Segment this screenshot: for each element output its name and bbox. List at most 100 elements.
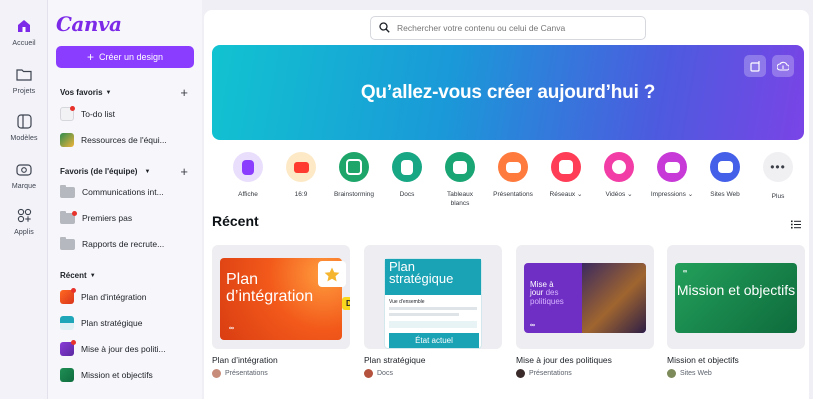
preview-button: État actuel: [389, 333, 479, 348]
card-meta: Sites Web: [667, 369, 805, 378]
team-label: Rapports de recrute...: [82, 239, 165, 249]
team-favorites-heading[interactable]: Favoris (de l'équipe) ▼: [60, 167, 150, 176]
category-reseaux[interactable]: Réseaux ⌄: [540, 152, 592, 199]
category-label: Vidéos ⌄: [605, 191, 633, 198]
category-label: Plus: [771, 193, 785, 200]
category-affiche[interactable]: Affiche: [222, 152, 274, 199]
card-type: Présentations: [225, 370, 268, 377]
category-tableaux-blancs[interactable]: Tableaux blancs: [434, 152, 486, 208]
design-thumbnail[interactable]: ∞ Mission et objectifs: [667, 245, 805, 349]
photo-image: [582, 263, 646, 333]
card-title[interactable]: Plan stratégique: [364, 355, 502, 365]
rail-item-marque[interactable]: Marque: [0, 159, 48, 190]
preview-title: Plan stratégique: [389, 259, 454, 287]
recent-item[interactable]: Plan stratégique: [60, 313, 194, 333]
category-label: Brainstorming: [333, 191, 375, 198]
rail-item-projets[interactable]: Projets: [0, 64, 48, 95]
category-videos[interactable]: Vidéos ⌄: [593, 152, 645, 199]
card-title[interactable]: Mission et objectifs: [667, 355, 805, 365]
card-type: Sites Web: [680, 370, 712, 377]
home-icon: [14, 16, 34, 36]
canva-mark-icon: ∞: [530, 321, 535, 329]
team-item[interactable]: Communications int...: [60, 182, 194, 202]
doc-thumbnail-icon: [60, 316, 74, 330]
resource-thumbnail-icon: [60, 133, 74, 147]
folder-icon: [60, 210, 77, 224]
avatar: [364, 369, 373, 378]
presentation-thumbnail-icon: [60, 340, 76, 356]
category-docs[interactable]: Docs: [381, 152, 433, 199]
collaborator-badge: David: [342, 297, 350, 310]
category-label: Affiche: [238, 191, 258, 198]
recent-item[interactable]: Plan d'intégration: [60, 287, 194, 307]
caret-down-icon: ▼: [105, 89, 112, 96]
presentation-icon: [498, 152, 528, 182]
favorites-heading[interactable]: Vos favoris ▼: [60, 88, 112, 97]
team-label: Premiers pas: [82, 213, 133, 223]
custom-size-icon[interactable]: [744, 55, 766, 77]
create-design-button[interactable]: + Créer un design: [56, 46, 194, 68]
video-icon: [604, 152, 634, 182]
rail-item-applis[interactable]: Applis: [0, 205, 48, 236]
recent-design-card[interactable]: ∞ Mission et objectifs Mission et object…: [667, 245, 805, 378]
hero-title: Qu’allez-vous créer aujourd’hui ?: [360, 81, 656, 103]
preview-line: [389, 307, 477, 310]
rail-label: Accueil: [12, 40, 36, 47]
add-team-favorite-icon[interactable]: +: [180, 165, 188, 178]
card-title[interactable]: Mise à jour des politiques: [516, 355, 654, 365]
website-icon: [710, 152, 740, 182]
recent-heading[interactable]: Récent ▼: [60, 271, 96, 280]
list-view-icon[interactable]: [791, 216, 801, 234]
team-item[interactable]: Rapports de recrute...: [60, 234, 194, 254]
design-thumbnail[interactable]: Plan d’intégration ∞ David: [212, 245, 350, 349]
favorite-item[interactable]: To-do list: [60, 104, 194, 124]
rail-item-accueil[interactable]: Accueil: [0, 16, 48, 47]
recent-design-card[interactable]: Plan d’intégration ∞ David Plan d’intégr…: [212, 245, 350, 378]
star-icon[interactable]: [318, 261, 346, 287]
search-bar[interactable]: [370, 16, 646, 40]
website-preview: ∞ Mission et objectifs: [675, 263, 797, 333]
presentation-preview: Mise à jour des politiques ∞: [524, 263, 646, 333]
recent-item[interactable]: Mise à jour des politi...: [60, 339, 194, 359]
search-icon: [379, 21, 390, 35]
canva-mark-icon: ∞: [229, 324, 234, 332]
favorite-item[interactable]: Ressources de l'équi...: [60, 130, 194, 150]
design-thumbnail[interactable]: Mise à jour des politiques ∞: [516, 245, 654, 349]
social-icon: [551, 152, 581, 182]
design-thumbnail[interactable]: Plan stratégique Vue d'ensemble État act…: [364, 245, 502, 349]
team-heading-label: Favoris (de l'équipe): [60, 167, 138, 176]
recent-item[interactable]: Mission et objectifs: [60, 365, 194, 385]
favorite-label: Ressources de l'équi...: [81, 135, 167, 145]
team-item[interactable]: Premiers pas: [60, 208, 194, 228]
caret-down-icon: ▼: [144, 168, 151, 175]
favorites-heading-label: Vos favoris: [60, 88, 103, 97]
card-meta: Docs: [364, 369, 502, 378]
search-input[interactable]: [397, 23, 627, 33]
favorite-label: To-do list: [81, 109, 116, 119]
category-presentations[interactable]: Présentations: [487, 152, 539, 199]
category-16-9[interactable]: 16:9: [275, 152, 327, 199]
templates-icon: [14, 111, 34, 131]
recent-design-card[interactable]: Plan stratégique Vue d'ensemble État act…: [364, 245, 502, 378]
canva-mark-icon: ∞: [683, 269, 688, 275]
add-favorite-icon[interactable]: +: [180, 86, 188, 99]
recent-design-card[interactable]: Mise à jour des politiques ∞ Mise à jour…: [516, 245, 654, 378]
category-sites-web[interactable]: Sites Web: [699, 152, 751, 199]
brainstorm-icon: [339, 152, 369, 182]
poster-icon: [233, 152, 263, 182]
card-type: Docs: [377, 370, 393, 377]
category-impressions[interactable]: Impressions ⌄: [646, 152, 698, 199]
website-thumbnail-icon: [60, 368, 74, 382]
card-title[interactable]: Plan d’intégration: [212, 355, 350, 365]
preview-table: [389, 321, 477, 328]
canva-logo[interactable]: Canva: [56, 12, 122, 36]
category-label: Docs: [399, 191, 415, 198]
rail-item-modeles[interactable]: Modèles: [0, 111, 48, 142]
hero-banner: Qu’allez-vous créer aujourd’hui ?: [212, 45, 804, 140]
upload-icon[interactable]: [772, 55, 794, 77]
recent-label: Mission et objectifs: [81, 370, 153, 380]
category-brainstorming[interactable]: Brainstorming: [328, 152, 380, 199]
preview-line: [389, 313, 459, 316]
category-plus[interactable]: ••• Plus: [752, 152, 804, 201]
doc-preview: Plan stratégique Vue d'ensemble État act…: [384, 258, 482, 349]
